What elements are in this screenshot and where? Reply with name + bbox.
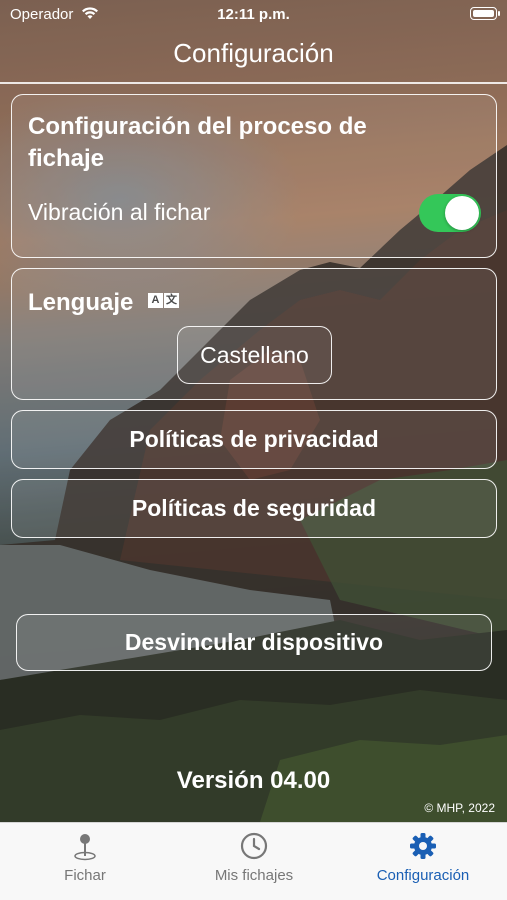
vibration-label: Vibración al fichar bbox=[28, 199, 211, 225]
tab-fichar-label: Fichar bbox=[64, 867, 106, 884]
clock-time: 12:11 p.m. bbox=[217, 6, 290, 23]
language-title: Lenguaje bbox=[28, 289, 134, 316]
tab-configuracion-label: Configuración bbox=[376, 867, 470, 884]
map-pin-icon bbox=[74, 834, 96, 861]
header-divider bbox=[0, 82, 507, 84]
gear-icon bbox=[410, 833, 436, 859]
tab-bar: Fichar Mis fichajes Configuración bbox=[0, 822, 507, 900]
process-settings-card: Configuración del proceso de fichaje Vib… bbox=[11, 94, 497, 258]
unlink-device-button[interactable]: Desvincular dispositivo bbox=[16, 614, 492, 671]
clock-icon bbox=[240, 832, 268, 860]
page-title: Configuración bbox=[173, 38, 334, 68]
battery-icon bbox=[470, 7, 500, 20]
language-select-button[interactable]: Castellano bbox=[177, 326, 332, 384]
status-bar: Operador 12:11 p.m. bbox=[0, 0, 507, 30]
tab-mis-fichajes-label: Mis fichajes bbox=[214, 867, 294, 884]
tab-mis-fichajes[interactable]: Mis fichajes bbox=[184, 831, 324, 884]
security-policy-button[interactable]: Políticas de seguridad bbox=[11, 479, 497, 538]
toggle-knob bbox=[445, 196, 479, 230]
translate-icon: A文 bbox=[148, 293, 179, 308]
copyright-label: © MHP, 2022 bbox=[424, 801, 495, 815]
language-card: Lenguaje A文 Castellano bbox=[11, 268, 497, 400]
tab-fichar[interactable]: Fichar bbox=[15, 831, 155, 884]
privacy-policy-button[interactable]: Políticas de privacidad bbox=[11, 410, 497, 469]
process-settings-title: Configuración del proceso de fichaje bbox=[28, 113, 367, 172]
version-label: Versión 04.00 bbox=[176, 767, 331, 794]
vibration-toggle[interactable] bbox=[419, 194, 481, 232]
tab-configuracion[interactable]: Configuración bbox=[353, 831, 493, 884]
